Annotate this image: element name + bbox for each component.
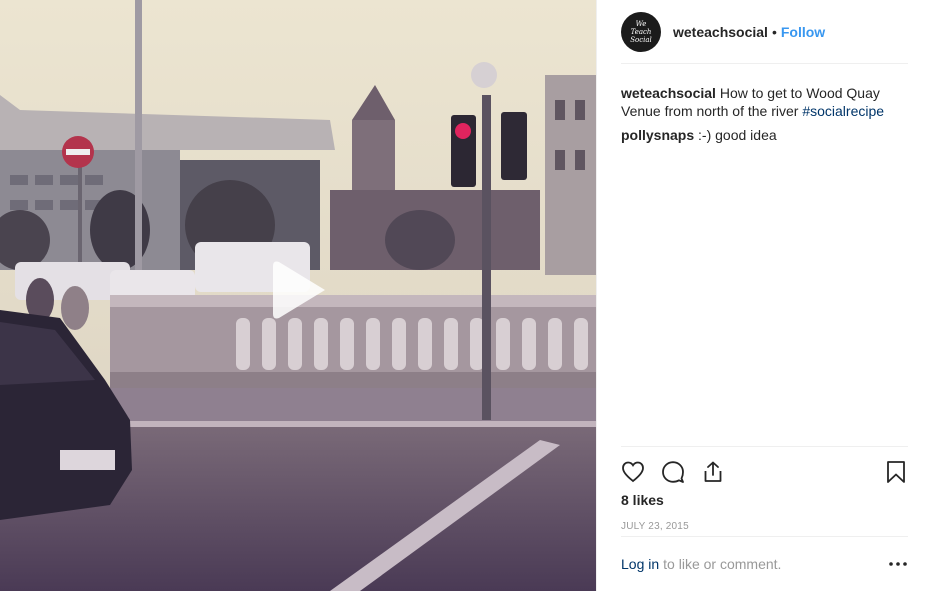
avatar-text-line: We <box>635 19 647 28</box>
hashtag-link[interactable]: #socialrecipe <box>802 103 884 119</box>
bookmark-icon[interactable] <box>884 460 908 484</box>
avatar-text-line: Social <box>630 35 652 44</box>
play-icon[interactable] <box>265 256 333 324</box>
avatar-text-line: Teach <box>630 27 652 36</box>
comment-text: :-) good idea <box>698 127 777 143</box>
comments-list: weteachsocial How to get to Wood Quay Ve… <box>621 84 908 150</box>
instagram-post: We Teach Social weteachsocial • Follow w… <box>0 0 928 591</box>
separator-dot: • <box>771 23 777 40</box>
more-dots-icon[interactable] <box>888 554 908 574</box>
post-date: JULY 23, 2015 <box>621 521 689 532</box>
comment-username[interactable]: weteachsocial <box>621 85 716 101</box>
avatar[interactable]: We Teach Social <box>621 11 661 52</box>
login-prompt-text: to like or comment. <box>663 556 782 572</box>
comment-icon[interactable] <box>661 460 685 484</box>
caption: weteachsocial How to get to Wood Quay Ve… <box>621 84 908 120</box>
likes-count[interactable]: 8 likes <box>621 492 908 508</box>
action-bar <box>621 447 908 491</box>
share-icon[interactable] <box>701 460 725 484</box>
post-actions-area: 8 likes JULY 23, 2015 <box>621 446 908 532</box>
comment-footer: Log in to like or comment. <box>621 536 908 591</box>
login-link[interactable]: Log in <box>621 556 659 572</box>
comment: pollysnaps :-) good idea <box>621 126 908 144</box>
post-header: We Teach Social weteachsocial • Follow <box>621 0 908 64</box>
comment-username[interactable]: pollysnaps <box>621 127 694 143</box>
video-player[interactable] <box>0 0 596 591</box>
follow-button[interactable]: Follow <box>781 24 825 40</box>
post-sidebar: We Teach Social weteachsocial • Follow w… <box>596 0 928 591</box>
header-username[interactable]: weteachsocial <box>673 24 768 40</box>
heart-icon[interactable] <box>621 460 645 484</box>
